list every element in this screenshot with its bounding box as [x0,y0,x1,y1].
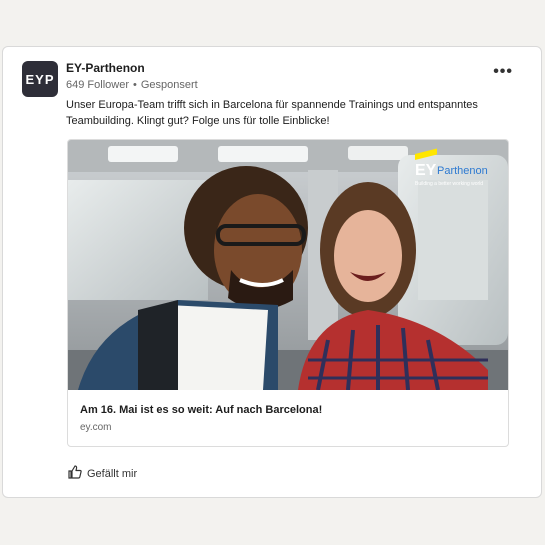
logo-tagline: Building a better working world [415,181,484,187]
link-domain: ey.com [80,422,112,433]
logo-parthenon-text: Parthenon [437,165,488,177]
link-title[interactable]: Am 16. Mai ist es so weit: Auf nach Barc… [80,404,322,416]
logo-ey-text: EY [415,162,437,179]
company-avatar[interactable]: EYP [22,61,58,97]
like-label: Gefällt mir [87,467,138,480]
more-options-icon[interactable]: ••• [493,63,513,81]
post-meta: 649 Follower • Gesponsert [66,79,198,91]
post-media-link[interactable]: EY Parthenon Building a better working w… [67,139,509,447]
ey-parthenon-logo: EY Parthenon Building a better working w… [415,148,497,194]
sponsored-post-card: EYP EY-Parthenon 649 Follower • Gesponse… [2,46,542,498]
avatar-text: EYP [25,71,55,87]
post-photo[interactable]: EY Parthenon Building a better working w… [68,140,508,390]
sponsored-label: Gesponsert [140,79,198,91]
company-name[interactable]: EY-Parthenon [66,61,145,75]
meta-separator: • [132,79,137,91]
like-button[interactable]: Gefällt mir [67,464,137,483]
post-text: Unser Europa-Team trifft sich in Barcelo… [66,99,478,127]
thumbs-up-icon [67,464,83,483]
follower-count: 649 Follower [66,79,129,91]
